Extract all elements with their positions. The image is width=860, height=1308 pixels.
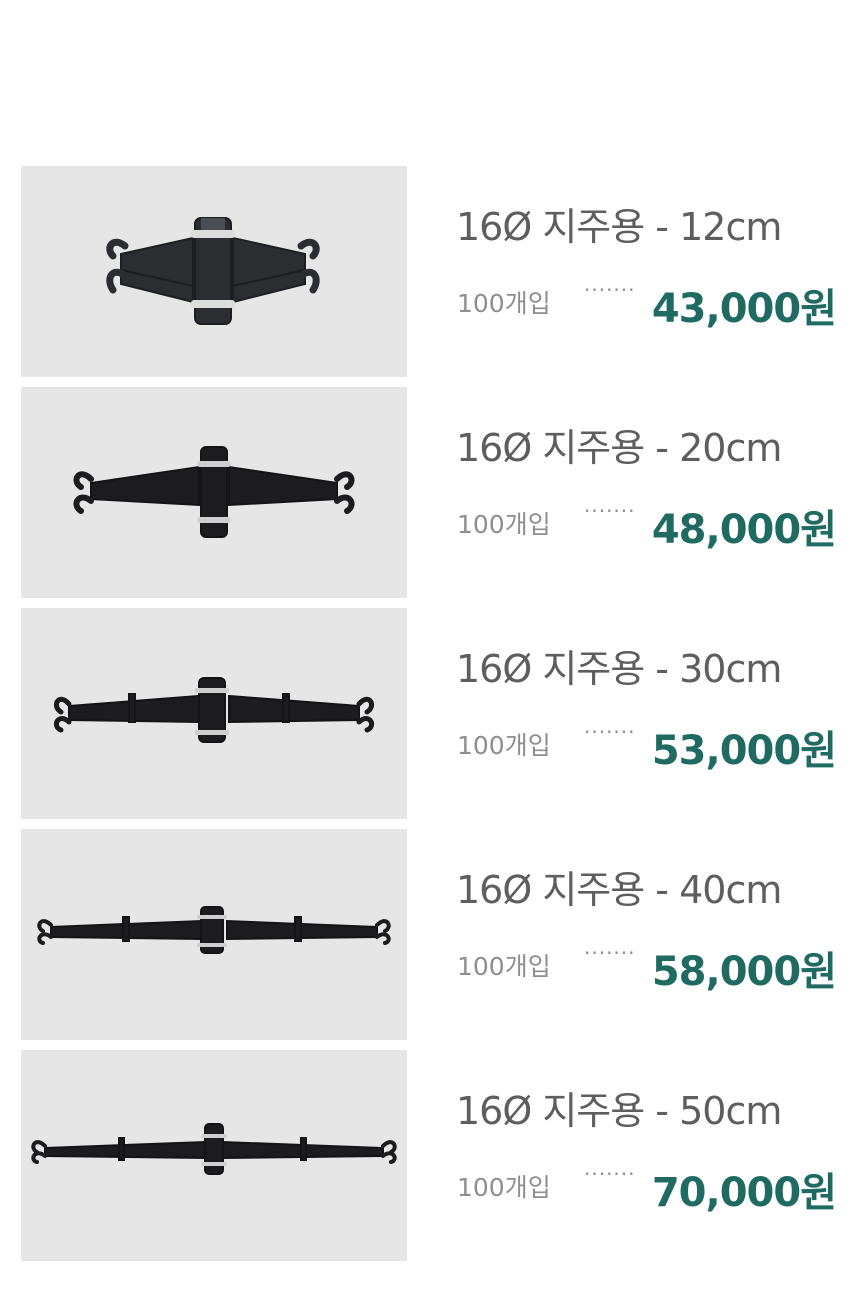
- clamp-30cm-icon: [54, 677, 374, 743]
- product-quantity: 100개입: [457, 510, 551, 539]
- product-image[interactable]: [21, 1050, 407, 1261]
- product-quantity: 100개입: [457, 1173, 551, 1202]
- product-row[interactable]: 16Ø 지주용 - 12cm 100개입 ······· 43,000원: [0, 166, 860, 377]
- product-title: 16Ø 지주용 - 40cm: [456, 868, 782, 912]
- dot-leader: ·······: [584, 278, 636, 302]
- product-quantity: 100개입: [457, 731, 551, 760]
- product-price: 53,000원: [651, 728, 837, 774]
- product-row[interactable]: 16Ø 지주용 - 50cm 100개입 ······· 70,000원: [0, 1050, 860, 1261]
- dot-leader: ·······: [584, 1162, 636, 1186]
- product-image[interactable]: [21, 166, 407, 377]
- product-title: 16Ø 지주용 - 30cm: [456, 647, 782, 691]
- product-title: 16Ø 지주용 - 20cm: [456, 426, 782, 470]
- product-row[interactable]: 16Ø 지주용 - 30cm 100개입 ······· 53,000원: [0, 608, 860, 819]
- product-row[interactable]: 16Ø 지주용 - 40cm 100개입 ······· 58,000원: [0, 829, 860, 1040]
- clamp-50cm-icon: [31, 1123, 397, 1175]
- dot-leader: ·······: [584, 941, 636, 965]
- product-image[interactable]: [21, 387, 407, 598]
- product-image[interactable]: [21, 608, 407, 819]
- product-title: 16Ø 지주용 - 12cm: [456, 205, 782, 249]
- product-price: 43,000원: [651, 286, 837, 332]
- product-quantity: 100개입: [457, 952, 551, 981]
- product-price: 58,000원: [651, 949, 837, 995]
- product-image[interactable]: [21, 829, 407, 1040]
- product-quantity: 100개입: [457, 289, 551, 318]
- product-price: 48,000원: [651, 507, 837, 553]
- dot-leader: ·······: [584, 720, 636, 744]
- product-row[interactable]: 16Ø 지주용 - 20cm 100개입 ······· 48,000원: [0, 387, 860, 598]
- dot-leader: ·······: [584, 499, 636, 523]
- product-title: 16Ø 지주용 - 50cm: [456, 1089, 782, 1133]
- product-list: 16Ø 지주용 - 12cm 100개입 ······· 43,000원 16Ø…: [0, 166, 860, 1271]
- clamp-20cm-icon: [73, 446, 355, 538]
- clamp-12cm-icon: [106, 217, 320, 325]
- product-price: 70,000원: [651, 1170, 837, 1216]
- clamp-40cm-icon: [37, 906, 391, 954]
